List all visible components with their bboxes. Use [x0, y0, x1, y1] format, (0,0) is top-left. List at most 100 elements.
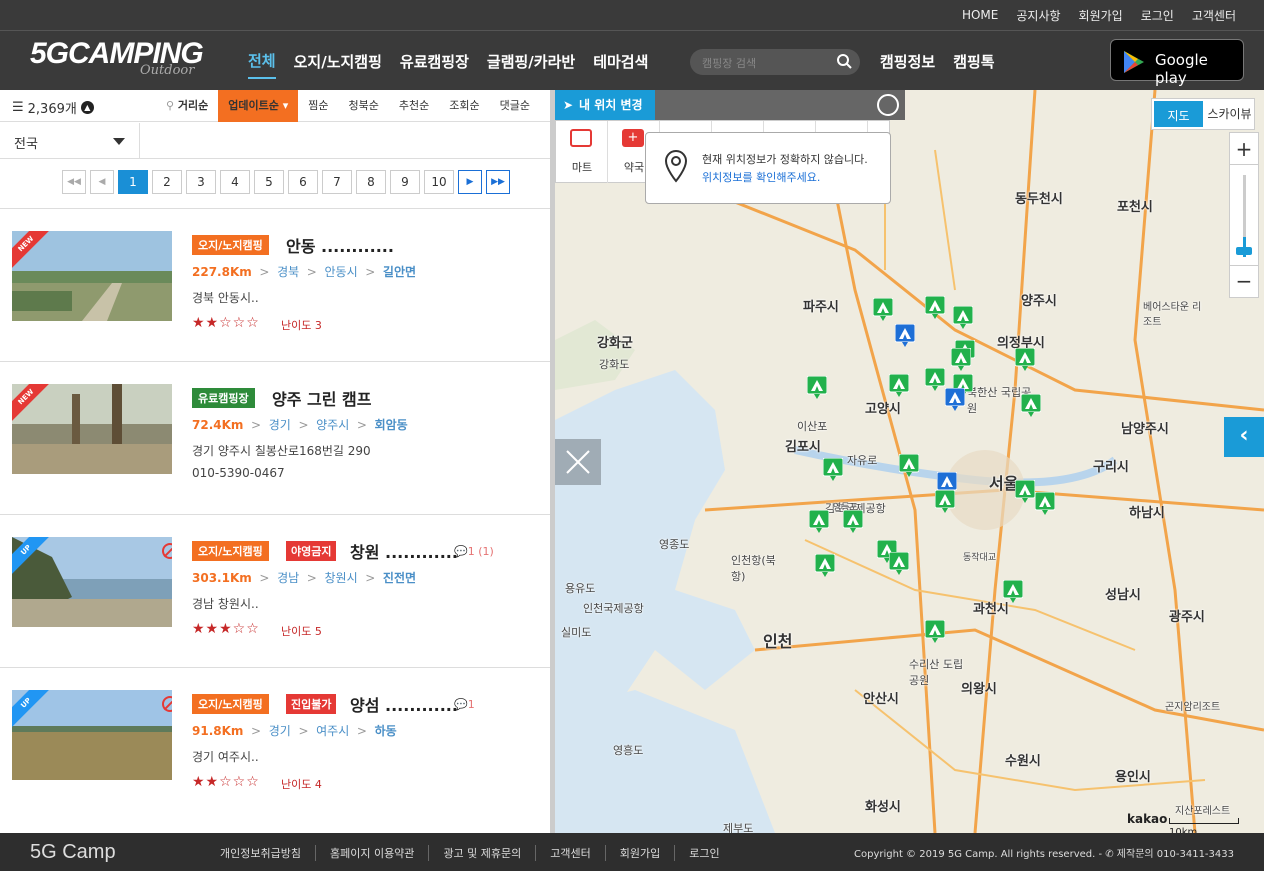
top-link-login[interactable]: 로그인 — [1141, 7, 1174, 24]
camp-thumbnail[interactable]: NEW — [12, 231, 172, 321]
page-10[interactable]: 10 — [424, 170, 454, 194]
page-9[interactable]: 9 — [390, 170, 420, 194]
camp-marker-icon[interactable] — [1014, 479, 1036, 504]
camp-marker-icon[interactable] — [1034, 491, 1056, 516]
nav-theme-search[interactable]: 테마검색 — [593, 45, 648, 78]
footer-link-support[interactable]: 고객센터 — [535, 845, 604, 861]
camp-photo — [12, 231, 172, 321]
camp-marker-icon[interactable] — [888, 551, 910, 576]
camp-marker-icon[interactable] — [924, 295, 946, 320]
footer-link-signup[interactable]: 회원가입 — [604, 845, 674, 861]
close-panel-button[interactable] — [555, 439, 601, 485]
map-type-map[interactable]: 지도 — [1152, 99, 1205, 129]
footer-link-privacy[interactable]: 개인정보취급방침 — [220, 845, 315, 861]
camp-marker-icon[interactable] — [1020, 393, 1042, 418]
result-count: ☰ 2,369개 ▲ — [12, 98, 94, 117]
camp-marker-icon[interactable] — [894, 323, 916, 348]
region-select[interactable]: 전국 — [0, 123, 140, 159]
list-item[interactable]: NEW 오지/노지캠핑 안동 ............ 227.8Km > 경북… — [0, 208, 550, 361]
footer-link-login[interactable]: 로그인 — [674, 845, 733, 861]
camp-marker-icon[interactable] — [1014, 347, 1036, 372]
prohibited-icon — [162, 543, 172, 559]
camp-marker-icon[interactable] — [924, 367, 946, 392]
difficulty-label: 난이도 5 — [281, 625, 322, 638]
site-logo[interactable]: 5GCAMPING Outdoor — [30, 37, 210, 85]
map-type-skyview[interactable]: 스카이뷰 — [1205, 99, 1254, 129]
first-page-button[interactable]: ◀◀ — [62, 170, 86, 194]
camp-name[interactable]: 양주 그린 캠프 — [272, 386, 371, 410]
zoom-handle[interactable] — [1236, 247, 1252, 255]
sort-views[interactable]: 조회순 — [439, 90, 489, 122]
camp-marker-icon[interactable] — [806, 375, 828, 400]
zoom-out-button[interactable]: − — [1230, 265, 1258, 297]
camp-location: 72.4Km > 경기 > 양주시 > 회암동 — [192, 418, 408, 432]
last-page-button[interactable]: ▶▶ — [486, 170, 510, 194]
chevron-down-icon — [113, 138, 125, 145]
next-page-button[interactable]: ▶ — [458, 170, 482, 194]
sort-comments[interactable]: 댓글순 — [490, 90, 540, 122]
camp-marker-icon[interactable] — [888, 373, 910, 398]
camp-name[interactable]: 양섬 ............ — [350, 692, 458, 716]
page-4[interactable]: 4 — [220, 170, 250, 194]
gps-target-icon[interactable] — [877, 94, 899, 116]
count-value: 2,369개 — [27, 102, 77, 117]
map-label: 수리산 도립공원 — [909, 658, 964, 687]
camp-marker-icon[interactable] — [952, 305, 974, 330]
camp-thumbnail[interactable]: NEW — [12, 384, 172, 474]
sort-distance[interactable]: ⚲ 거리순 — [156, 90, 218, 122]
sort-cheongbuk[interactable]: 청북순 — [339, 90, 389, 122]
camp-marker-icon[interactable] — [822, 457, 844, 482]
camp-marker-icon[interactable] — [1002, 579, 1024, 604]
footer-link-ads[interactable]: 광고 및 제휴문의 — [428, 845, 535, 861]
nav-camping-info[interactable]: 캠핑정보 — [880, 51, 935, 72]
nav-paid-camping[interactable]: 유료캠핑장 — [400, 45, 469, 78]
sort-likes[interactable]: 찜순 — [298, 90, 338, 122]
camp-marker-icon[interactable] — [814, 553, 836, 578]
top-link-support[interactable]: 고객센터 — [1192, 7, 1236, 24]
sort-recommend[interactable]: 추천순 — [389, 90, 439, 122]
google-play-button[interactable]: Google play — [1110, 39, 1244, 87]
zoom-in-button[interactable]: + — [1230, 133, 1258, 165]
list-item[interactable]: UP 오지/노지캠핑 야영금지 창원 ............ 💬1 (1) 3… — [0, 514, 550, 667]
camp-marker-icon[interactable] — [842, 509, 864, 534]
camp-marker-icon[interactable] — [924, 619, 946, 644]
prev-page-button[interactable]: ◀ — [90, 170, 114, 194]
page-2[interactable]: 2 — [152, 170, 182, 194]
camp-thumbnail[interactable]: UP — [12, 537, 172, 627]
tooltip-link[interactable]: 위치정보를 확인해주세요. — [702, 169, 820, 185]
camp-thumbnail[interactable]: UP — [12, 690, 172, 780]
page-6[interactable]: 6 — [288, 170, 318, 194]
map-label: 제부도 — [723, 822, 754, 833]
top-link-notice[interactable]: 공지사항 — [1016, 7, 1060, 24]
nav-camping-talk[interactable]: 캠핑톡 — [953, 51, 994, 72]
page-8[interactable]: 8 — [356, 170, 386, 194]
nav-all[interactable]: 전체 — [248, 44, 276, 79]
camp-name[interactable]: 창원 ............ — [350, 539, 458, 563]
nav-wild-camping[interactable]: 오지/노지캠핑 — [294, 45, 382, 78]
top-link-signup[interactable]: 회원가입 — [1079, 7, 1123, 24]
collapse-icon[interactable]: ▲ — [80, 101, 94, 114]
expand-panel-button[interactable]: ‹ — [1224, 417, 1264, 457]
camp-marker-icon[interactable] — [872, 297, 894, 322]
camp-marker-icon[interactable] — [950, 347, 972, 372]
poi-mart-button[interactable]: 마트 — [556, 121, 608, 183]
page-1[interactable]: 1 — [118, 170, 148, 194]
sort-updated[interactable]: 업데이트순 ▾ — [218, 90, 299, 122]
map-view[interactable]: 동두천시 포천시 파주시 양주시 의정부시 강화군 고양시 남양주시 김포시 구… — [555, 90, 1264, 833]
top-link-home[interactable]: HOME — [962, 8, 998, 22]
change-my-location-button[interactable]: ➤ 내 위치 변경 — [555, 90, 655, 120]
list-item[interactable]: UP 오지/노지캠핑 진입불가 양섬 ............ 💬1 91.8K… — [0, 667, 550, 820]
page-3[interactable]: 3 — [186, 170, 216, 194]
camp-marker-icon[interactable] — [898, 453, 920, 478]
list-item[interactable]: NEW 유료캠핑장 양주 그린 캠프 72.4Km > 경기 > 양주시 > 회… — [0, 361, 550, 514]
camp-name[interactable]: 안동 ............ — [286, 233, 394, 257]
footer-link-terms[interactable]: 홈페이지 이용약관 — [314, 845, 428, 861]
page-5[interactable]: 5 — [254, 170, 284, 194]
search-icon[interactable] — [836, 53, 852, 69]
camp-marker-icon[interactable] — [934, 489, 956, 514]
camp-marker-icon[interactable] — [808, 509, 830, 534]
search-input[interactable]: 캠핑장 검색 — [690, 49, 860, 75]
camp-marker-icon[interactable] — [944, 387, 966, 412]
page-7[interactable]: 7 — [322, 170, 352, 194]
nav-glamping[interactable]: 글램핑/카라반 — [487, 45, 575, 78]
